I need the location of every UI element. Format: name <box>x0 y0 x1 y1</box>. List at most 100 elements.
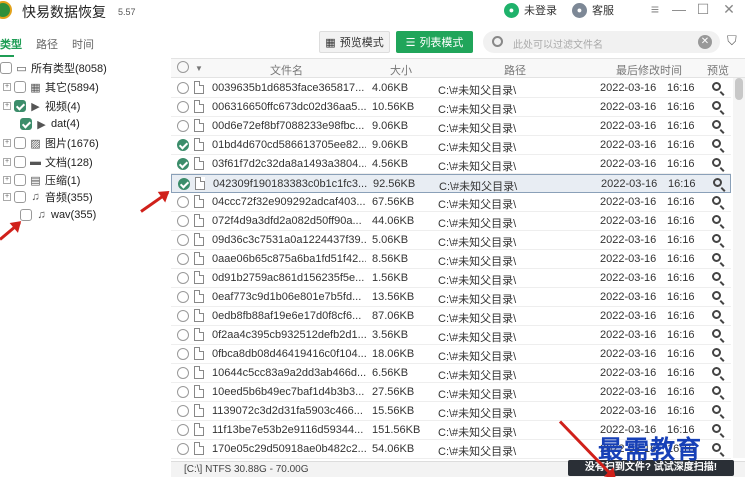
row-checkbox[interactable] <box>178 178 190 190</box>
row-checkbox[interactable] <box>177 253 189 265</box>
tree-checkbox[interactable] <box>14 81 26 93</box>
tree-item[interactable]: ▭ 所有类型(8058) <box>0 60 107 76</box>
table-row[interactable]: 0eaf773c9d1b06e801e7b5fd... 13.56KB C:\#未知… <box>171 288 731 307</box>
preview-magnifier-icon[interactable] <box>712 120 721 129</box>
row-checkbox[interactable] <box>177 291 189 303</box>
expand-icon[interactable]: + <box>3 139 11 147</box>
login-button[interactable]: ● 未登录 <box>504 2 557 18</box>
expand-icon[interactable]: + <box>3 193 11 201</box>
tree-item[interactable]: ▶ dat(4) <box>20 116 80 132</box>
filter-funnel-icon[interactable]: ⛉ <box>727 33 741 49</box>
preview-magnifier-icon[interactable] <box>712 101 721 110</box>
row-checkbox[interactable] <box>177 196 189 208</box>
tree-item[interactable]: + ▨ 图片(1676) <box>3 135 99 151</box>
preview-magnifier-icon[interactable] <box>712 291 721 300</box>
tree-checkbox[interactable] <box>14 191 26 203</box>
customer-service-button[interactable]: ● 客服 <box>572 2 614 18</box>
row-checkbox[interactable] <box>177 348 189 360</box>
tree-item[interactable]: + ▶ 视频(4) <box>3 98 80 114</box>
preview-mode-button[interactable]: ▦ 预览模式 <box>319 31 390 53</box>
tree-checkbox[interactable] <box>0 62 12 74</box>
minimize-button[interactable]: — <box>669 0 689 20</box>
table-row[interactable]: 0fbca8db08d46419416c0f104... 18.06KB C:\#未… <box>171 345 731 364</box>
table-row[interactable]: 006316650ffc673dc02d36aa5... 10.56KB C:\#未… <box>171 98 731 117</box>
preview-magnifier-icon[interactable] <box>712 443 721 452</box>
table-row[interactable]: 10eed5b6b49ec7baf1d4b3b3... 27.56KB C:\#未知… <box>171 383 731 402</box>
tree-checkbox[interactable] <box>14 174 26 186</box>
tree-checkbox[interactable] <box>20 209 32 221</box>
table-row[interactable]: 03f61f7d2c32da8a1493a3804... 4.56KB C:\#未知… <box>171 155 731 174</box>
preview-magnifier-icon[interactable] <box>712 424 721 433</box>
row-checkbox[interactable] <box>177 215 189 227</box>
tab-path[interactable]: 路径 <box>36 36 58 52</box>
row-checkbox[interactable] <box>177 139 189 151</box>
row-checkbox[interactable] <box>177 234 189 246</box>
preview-magnifier-icon[interactable] <box>712 367 721 376</box>
col-name[interactable]: 文件名 <box>270 62 303 78</box>
row-checkbox[interactable] <box>177 158 189 170</box>
preview-magnifier-icon[interactable] <box>712 196 721 205</box>
preview-magnifier-icon[interactable] <box>712 310 721 319</box>
table-row[interactable]: 0d91b2759ac861d156235f5e... 1.56KB C:\#未知父… <box>171 269 731 288</box>
scroll-thumb[interactable] <box>735 78 743 100</box>
preview-magnifier-icon[interactable] <box>712 348 721 357</box>
preview-magnifier-icon[interactable] <box>712 329 721 338</box>
tree-checkbox[interactable] <box>14 137 26 149</box>
preview-magnifier-icon[interactable] <box>712 386 721 395</box>
table-row[interactable]: 042309f190183383c0b1c1fc3... 92.56KB C:\#未… <box>171 174 731 193</box>
row-checkbox[interactable] <box>177 367 189 379</box>
row-checkbox[interactable] <box>177 310 189 322</box>
row-checkbox[interactable] <box>177 386 189 398</box>
menu-icon[interactable]: ≡ <box>645 0 665 20</box>
row-checkbox[interactable] <box>177 272 189 284</box>
expand-icon[interactable]: + <box>3 176 11 184</box>
row-checkbox[interactable] <box>177 120 189 132</box>
preview-magnifier-icon[interactable] <box>712 272 721 281</box>
table-row[interactable]: 1139072c3d2d31fa5903c466... 15.56KB C:\#未知… <box>171 402 731 421</box>
row-checkbox[interactable] <box>177 329 189 341</box>
row-checkbox[interactable] <box>177 101 189 113</box>
tree-item[interactable]: + ▬ 文档(128) <box>3 154 93 170</box>
expand-icon[interactable]: + <box>3 102 11 110</box>
col-size[interactable]: 大小 <box>390 62 412 78</box>
maximize-button[interactable]: ☐ <box>693 0 713 20</box>
table-row[interactable]: 04ccc72f32e909292adcaf403... 67.56KB C:\#未… <box>171 193 731 212</box>
tree-item[interactable]: + ▤ 压缩(1) <box>3 172 80 188</box>
row-checkbox[interactable] <box>177 443 189 455</box>
preview-magnifier-icon[interactable] <box>713 178 722 187</box>
close-button[interactable]: ✕ <box>719 0 739 20</box>
table-row[interactable]: 0edb8fb88af19e6e17d0f8cf6... 87.06KB C:\#未… <box>171 307 731 326</box>
table-row[interactable]: 09d36c3c7531a0a1224437f39... 5.06KB C:\#未知… <box>171 231 731 250</box>
table-row[interactable]: 0aae06b65c875a6ba1fd51f42... 8.56KB C:\#未知… <box>171 250 731 269</box>
preview-magnifier-icon[interactable] <box>712 253 721 262</box>
table-row[interactable]: 10644c5cc83a9a2dd3ab466d... 6.56KB C:\#未知父… <box>171 364 731 383</box>
table-row[interactable]: 01bd4d670cd586613705ee82... 9.06KB C:\#未知父… <box>171 136 731 155</box>
sort-icon[interactable]: ▼ <box>195 64 203 73</box>
tree-checkbox[interactable] <box>14 156 26 168</box>
table-row[interactable]: 0039635b1d6853face365817... 4.06KB C:\#未知父… <box>171 79 731 98</box>
scrollbar[interactable] <box>733 78 745 458</box>
col-modified[interactable]: 最后修改时间 <box>616 62 682 78</box>
tree-checkbox[interactable] <box>14 100 26 112</box>
select-all-checkbox[interactable] <box>177 61 189 76</box>
table-row[interactable]: 0f2aa4c395cb932512defb2d1... 3.56KB C:\#未知… <box>171 326 731 345</box>
tab-time[interactable]: 时间 <box>72 36 94 52</box>
list-mode-button[interactable]: ☰ 列表模式 <box>396 31 473 53</box>
preview-magnifier-icon[interactable] <box>712 139 721 148</box>
preview-magnifier-icon[interactable] <box>712 158 721 167</box>
preview-magnifier-icon[interactable] <box>712 234 721 243</box>
tree-checkbox[interactable] <box>20 118 32 130</box>
clear-icon[interactable]: ✕ <box>698 35 712 49</box>
tree-item[interactable]: ♫ wav(355) <box>20 207 96 223</box>
preview-magnifier-icon[interactable] <box>712 405 721 414</box>
row-checkbox[interactable] <box>177 424 189 436</box>
row-checkbox[interactable] <box>177 405 189 417</box>
row-checkbox[interactable] <box>177 82 189 94</box>
tree-item[interactable]: + ♫ 音频(355) <box>3 189 93 205</box>
preview-magnifier-icon[interactable] <box>712 215 721 224</box>
expand-icon[interactable]: + <box>3 83 11 91</box>
preview-magnifier-icon[interactable] <box>712 82 721 91</box>
tree-item[interactable]: + ▦ 其它(5894) <box>3 79 99 95</box>
filename-filter-input[interactable]: 此处可以过滤文件名 ✕ <box>483 31 720 53</box>
expand-icon[interactable]: + <box>3 158 11 166</box>
